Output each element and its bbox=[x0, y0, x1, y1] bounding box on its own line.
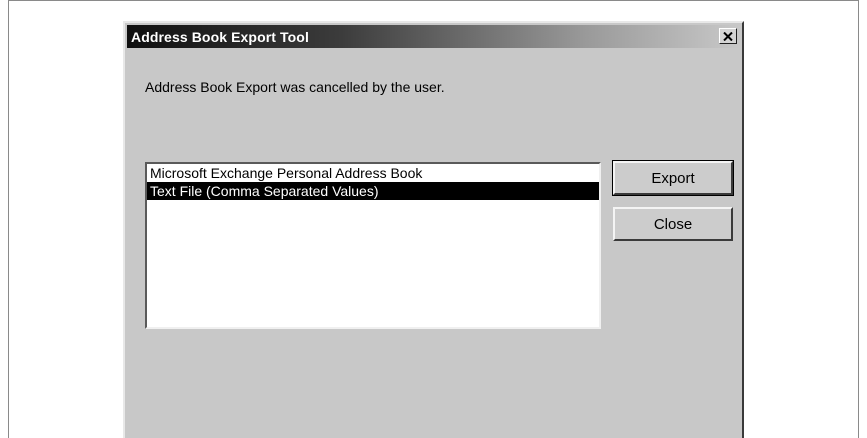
close-icon bbox=[723, 31, 733, 41]
title-bar[interactable]: Address Book Export Tool bbox=[127, 25, 740, 48]
export-format-list[interactable]: Microsoft Exchange Personal Address Book… bbox=[145, 162, 601, 329]
list-item-exchange-pab[interactable]: Microsoft Exchange Personal Address Book bbox=[147, 164, 599, 182]
close-window-button[interactable] bbox=[719, 28, 737, 44]
list-item-csv[interactable]: Text File (Comma Separated Values) bbox=[147, 182, 599, 200]
export-dialog: Address Book Export Tool Address Book Ex… bbox=[123, 21, 744, 438]
status-message: Address Book Export was cancelled by the… bbox=[145, 79, 445, 95]
dialog-title: Address Book Export Tool bbox=[131, 29, 309, 45]
close-button[interactable]: Close bbox=[613, 207, 733, 241]
export-button[interactable]: Export bbox=[612, 160, 734, 196]
